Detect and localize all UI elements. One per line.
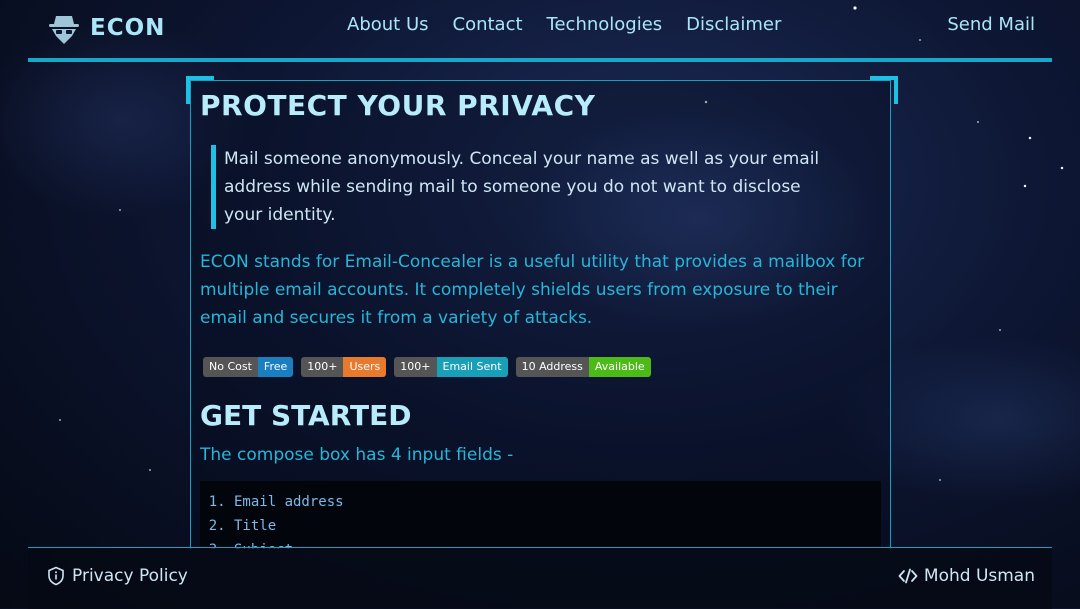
- spy-hat-icon: [49, 16, 79, 44]
- panel-corner-top-right: [870, 76, 898, 104]
- author-name: Mohd Usman: [923, 566, 1035, 586]
- code-icon: [898, 568, 918, 584]
- page-title: PROTECT YOUR PRIVACY: [200, 89, 596, 122]
- panel-corner-top-left: [186, 76, 214, 104]
- send-mail-link[interactable]: Send Mail: [947, 14, 1035, 35]
- stats-badges: No Cost Free 100+ Users 100+ Email Sent …: [203, 357, 651, 377]
- badge-label: No Cost: [203, 357, 258, 377]
- content-panel: PROTECT YOUR PRIVACY Mail someone anonym…: [190, 80, 891, 549]
- badge-label: 100+: [301, 357, 344, 377]
- section-title-get-started: GET STARTED: [200, 399, 412, 432]
- brand-logo[interactable]: ECON: [46, 10, 165, 46]
- privacy-policy-label: Privacy Policy: [72, 566, 188, 586]
- nav-contact[interactable]: Contact: [453, 14, 523, 35]
- badge-emails-sent: 100+ Email Sent: [394, 357, 508, 377]
- badge-value: Email Sent: [436, 357, 508, 377]
- description-text: ECON stands for Email-Concealer is a use…: [200, 252, 865, 328]
- nav-about-us[interactable]: About Us: [347, 14, 429, 35]
- main-nav: About Us Contact Technologies Disclaimer: [347, 14, 781, 35]
- top-navbar: ECON About Us Contact Technologies Discl…: [28, 0, 1052, 62]
- get-started-text: The compose box has 4 input fields -: [200, 445, 514, 465]
- badge-label: 100+: [394, 357, 437, 377]
- badge-cost: No Cost Free: [203, 357, 294, 377]
- field-list-item: Title: [234, 514, 881, 538]
- badge-value: Available: [588, 357, 651, 377]
- badge-addresses: 10 Address Available: [515, 357, 651, 377]
- privacy-policy-link[interactable]: Privacy Policy: [46, 566, 188, 586]
- author-link[interactable]: Mohd Usman: [898, 566, 1035, 586]
- nav-technologies[interactable]: Technologies: [547, 14, 663, 35]
- badge-users: 100+ Users: [301, 357, 387, 377]
- intro-quote: Mail someone anonymously. Conceal your n…: [211, 145, 844, 229]
- footer-bar: Privacy Policy Mohd Usman: [28, 547, 1052, 609]
- field-list-item: Email address: [234, 490, 881, 514]
- nav-disclaimer[interactable]: Disclaimer: [686, 14, 781, 35]
- badge-label: 10 Address: [515, 357, 589, 377]
- brand-name: ECON: [90, 15, 166, 41]
- fields-code-block: Email address Title Subject: [200, 481, 881, 549]
- badge-value: Users: [343, 357, 387, 377]
- shield-info-icon: [48, 566, 64, 586]
- badge-value: Free: [257, 357, 294, 377]
